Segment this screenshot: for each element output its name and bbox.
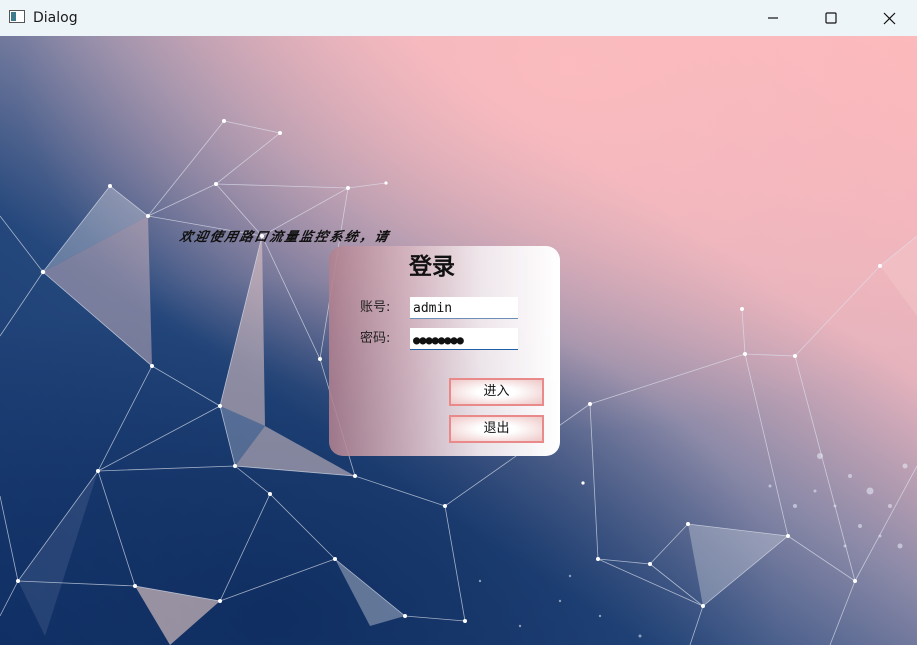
dialog-window: Dialog 欢迎使用路口流量监控系统，请 登录 账号: admin 密码: ●…	[0, 0, 917, 645]
login-title: 登录	[409, 254, 455, 280]
welcome-text: 欢迎使用路口流量监控系统，请	[177, 230, 392, 245]
minimize-button[interactable]	[744, 0, 802, 36]
login-panel: 登录 账号: 密码: 进入 退出	[329, 246, 560, 456]
exit-button[interactable]: 退出	[449, 415, 544, 443]
maximize-button[interactable]	[802, 0, 860, 36]
username-input[interactable]	[410, 297, 518, 319]
username-label: 账号:	[360, 300, 391, 315]
enter-button[interactable]: 进入	[449, 378, 544, 406]
close-icon	[883, 12, 895, 24]
password-input[interactable]	[410, 328, 518, 350]
dialog-client-area: 欢迎使用路口流量监控系统，请 登录 账号: 密码: 进入 退出	[0, 36, 917, 645]
maximize-icon	[825, 12, 837, 24]
window-title: Dialog	[33, 10, 78, 26]
password-label: 密码:	[360, 331, 391, 346]
close-button[interactable]	[860, 0, 917, 36]
minimize-icon	[768, 17, 778, 19]
dialog-window-icon	[9, 10, 25, 23]
title-bar[interactable]: Dialog	[0, 0, 917, 36]
